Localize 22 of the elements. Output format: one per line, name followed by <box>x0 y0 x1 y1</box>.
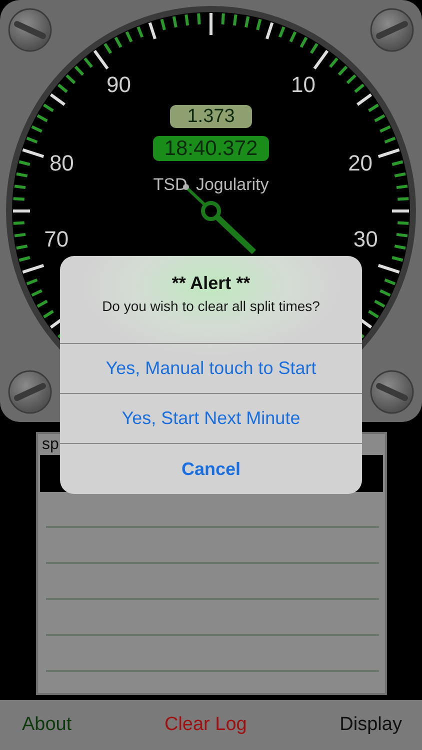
dial-numeral: 30 <box>353 226 378 252</box>
alert-action-button[interactable]: Cancel <box>60 444 362 494</box>
toolbar-button[interactable]: About <box>16 710 78 740</box>
split-readout: 1.373 <box>170 105 252 128</box>
alert-action-button[interactable]: Yes, Start Next Minute <box>60 394 362 444</box>
alert-message: Do you wish to clear all split times? <box>102 298 320 314</box>
brand-label: TSD Jogularity <box>152 175 270 195</box>
alert-action-button[interactable]: Yes, Manual touch to Start <box>60 344 362 394</box>
alert-title: ** Alert ** <box>172 273 250 294</box>
dial-numeral: 80 <box>49 150 74 176</box>
toolbar-button[interactable]: Clear Log <box>158 710 253 740</box>
screw-icon <box>8 370 52 414</box>
dial-numeral: 90 <box>106 72 131 97</box>
screw-icon <box>370 370 414 414</box>
elapsed-readout: 18:40.372 <box>153 136 269 161</box>
dial-numeral: 70 <box>44 226 69 252</box>
dial-numeral: 20 <box>348 150 373 176</box>
screw-icon <box>370 8 414 52</box>
screw-icon <box>8 8 52 52</box>
log-header: sp <box>42 436 59 453</box>
toolbar-button[interactable]: Display <box>334 710 408 740</box>
dial-numeral: 10 <box>291 72 316 97</box>
